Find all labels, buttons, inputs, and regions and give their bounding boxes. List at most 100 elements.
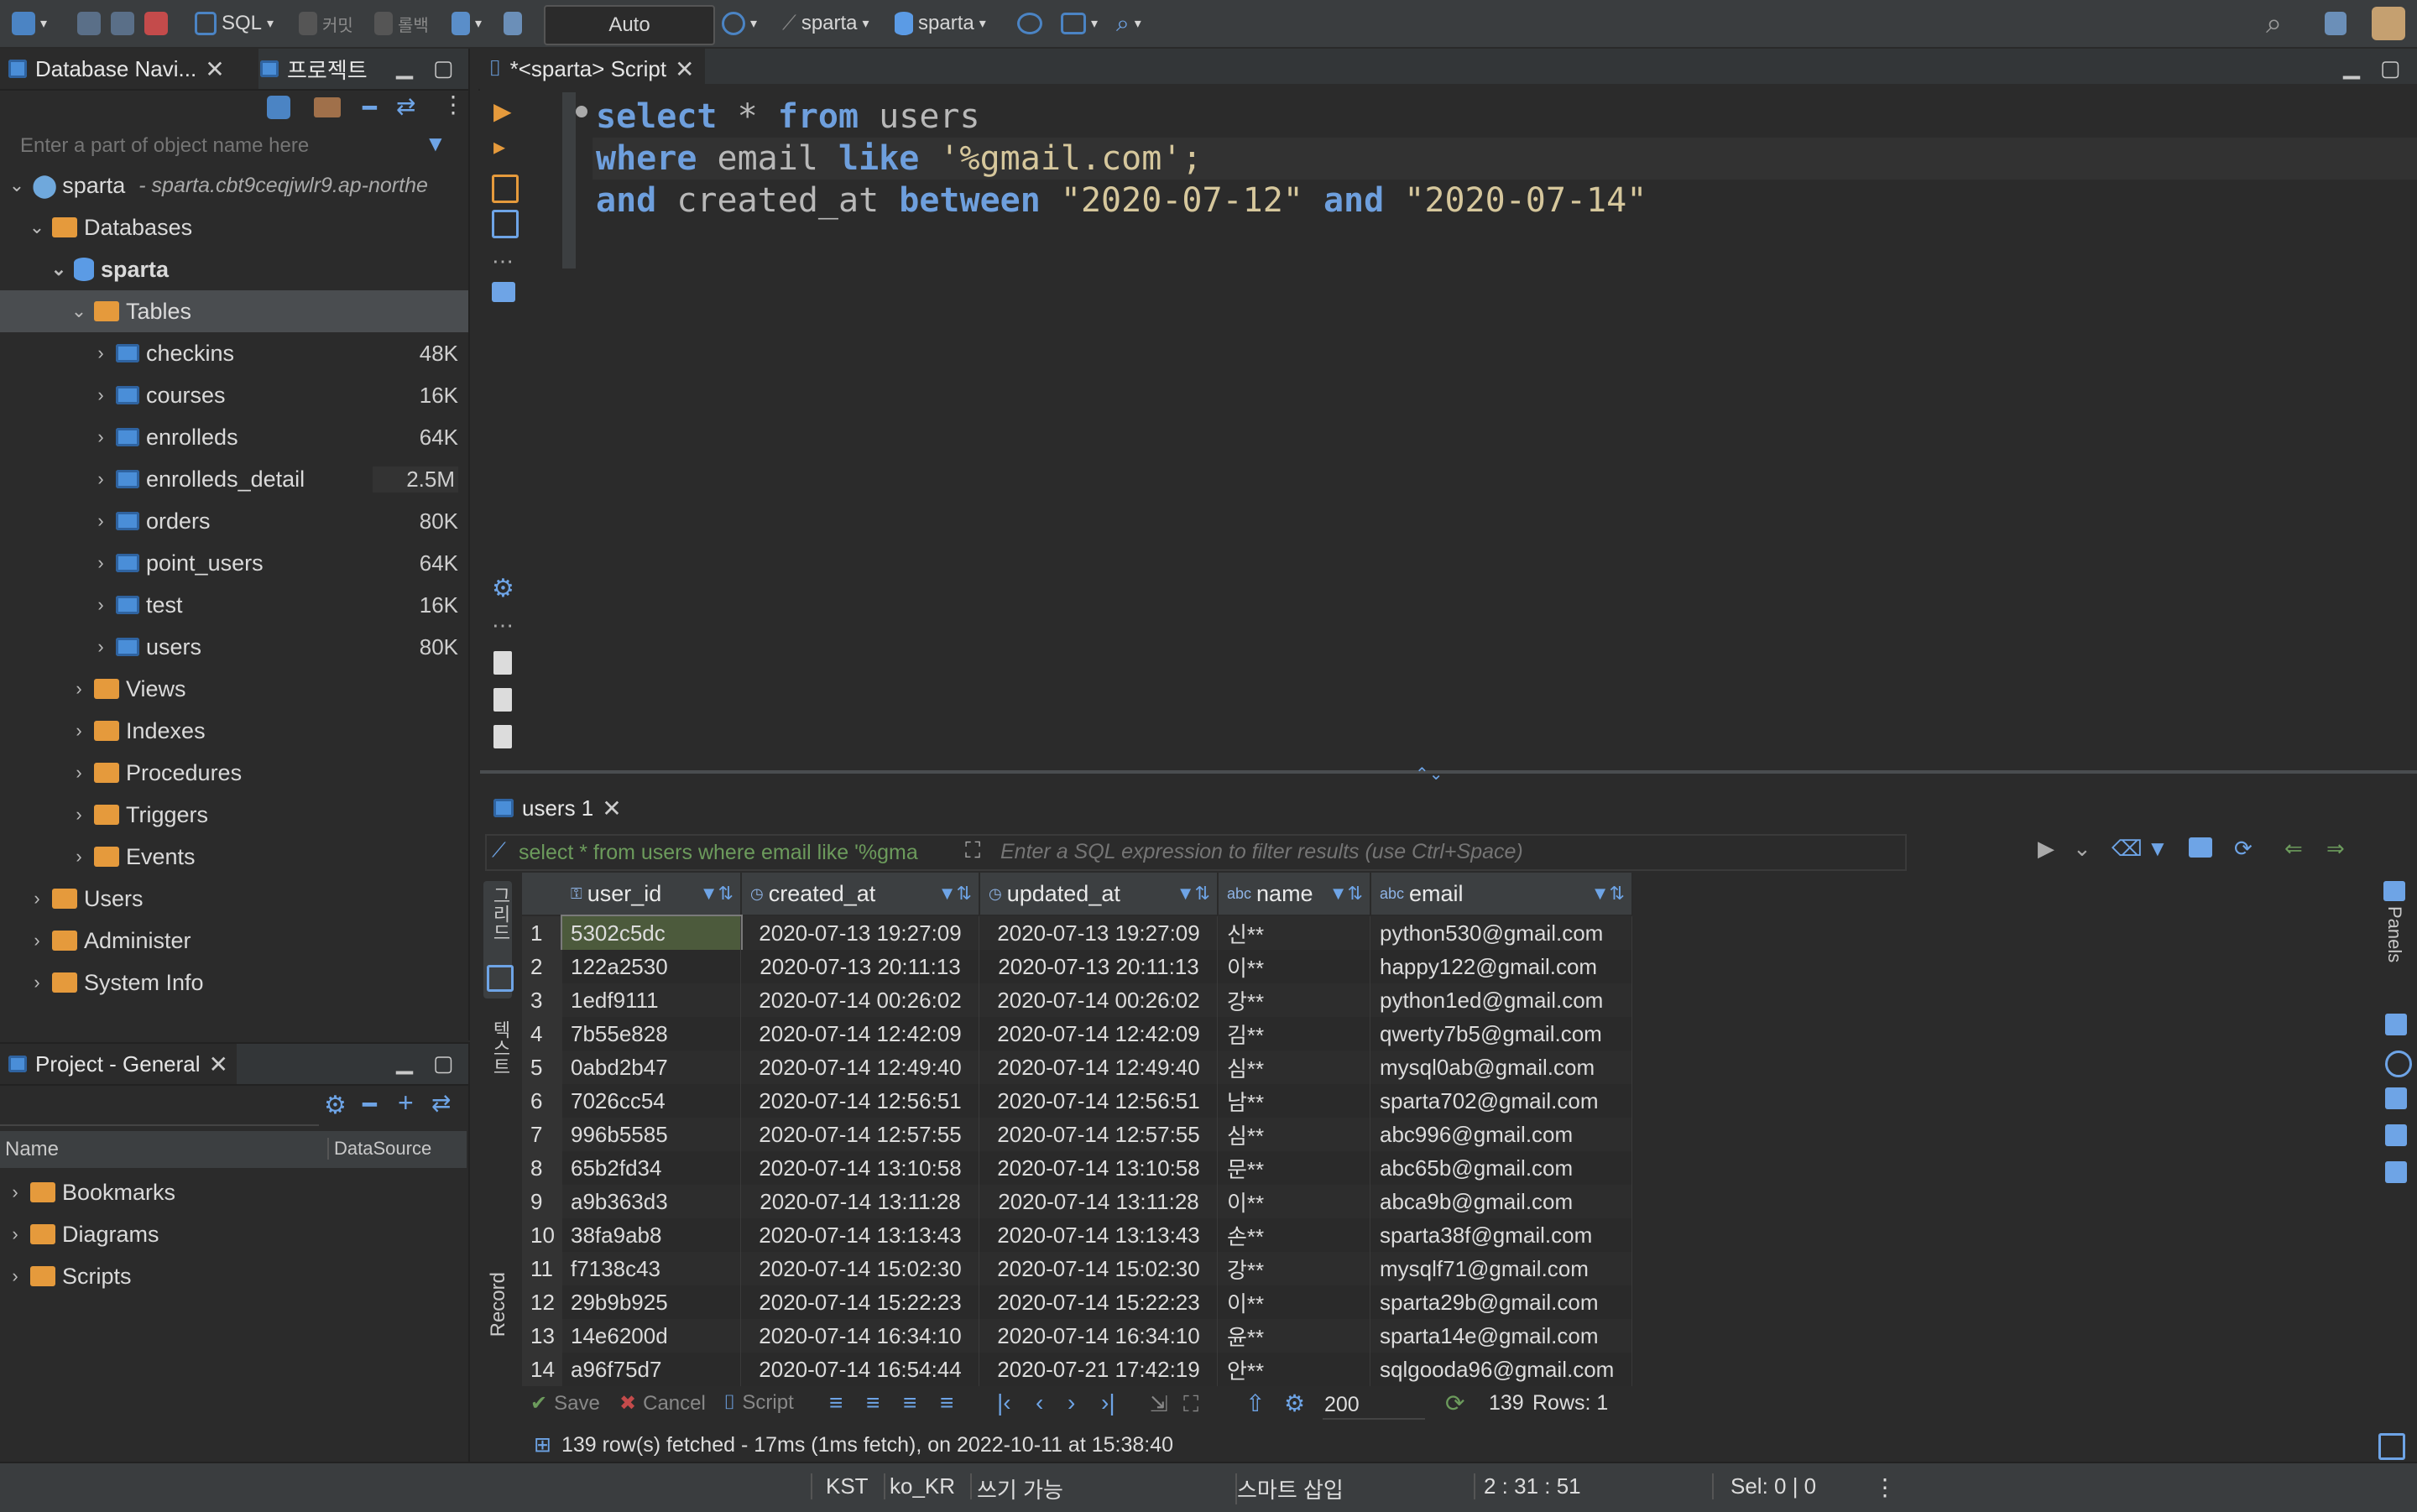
maximize-icon[interactable]: ▢ (433, 55, 454, 81)
search-menu-button[interactable]: ⌕ ▾ (1116, 5, 1141, 42)
grid-cell[interactable]: 2020-07-14 13:10:58 (742, 1151, 979, 1185)
tree-system-info[interactable]: › System Info (0, 962, 203, 1004)
grid-cell[interactable]: f7138c43 (562, 1252, 741, 1285)
grid-cell[interactable]: 2020-07-14 13:13:43 (742, 1218, 979, 1252)
execute-statement-icon[interactable]: ▶ (493, 97, 512, 125)
row-number[interactable]: 3 (522, 983, 562, 1017)
grid-cell[interactable]: 996b5585 (562, 1118, 741, 1151)
splitter-arrows-icon[interactable]: ⌃⌄ (1415, 764, 1443, 785)
document-error-icon[interactable] (493, 688, 512, 712)
grid-cell[interactable]: 14e6200d (562, 1319, 741, 1353)
column-header-user_id[interactable]: ⚿ user_id ▼⇅ (562, 873, 742, 915)
tree-folder-events[interactable]: › Events (0, 836, 195, 878)
disconnect-button[interactable] (144, 5, 168, 42)
terminal-icon[interactable] (492, 282, 515, 302)
grid-cell[interactable]: 2020-07-13 20:11:13 (742, 950, 979, 983)
grid-cell[interactable]: 65b2fd34 (562, 1151, 741, 1185)
table-row[interactable]: 13 14e6200d 2020-07-14 16:34:10 2020-07-14 … (522, 1319, 1632, 1353)
grid-cell[interactable]: a96f75d7 (562, 1353, 741, 1386)
tree-table-users[interactable]: › users 80K (0, 626, 468, 668)
source-query-text[interactable]: select * from users where email like '%g… (519, 841, 918, 865)
column-header-email[interactable]: abc email ▼⇅ (1371, 873, 1633, 915)
filter-settings-icon[interactable]: ▼ (2147, 836, 2169, 862)
fold-marker-icon[interactable] (576, 106, 587, 117)
column-header-created_at[interactable]: ◷ created_at ▼⇅ (742, 873, 980, 915)
grid-cell[interactable]: 38fa9ab8 (562, 1218, 741, 1252)
view-menu-icon[interactable]: ⋮ (441, 91, 465, 118)
tree-folder-indexes[interactable]: › Indexes (0, 710, 205, 752)
table-row[interactable]: 2 122a2530 2020-07-13 20:11:13 2020-07-13 2… (522, 950, 1632, 983)
grid-cell[interactable]: sparta14e@gmail.com (1371, 1319, 1632, 1353)
grid-cell[interactable]: 심** (1219, 1051, 1370, 1084)
link-icon[interactable]: ⇄ (431, 1089, 451, 1117)
grid-cell[interactable]: 강** (1219, 1252, 1370, 1285)
grid-cell[interactable]: 남** (1219, 1084, 1370, 1118)
export-icon[interactable]: ⇧ (1245, 1389, 1265, 1417)
references-panel-icon[interactable] (2385, 1161, 2407, 1183)
results-filter-input[interactable] (999, 837, 1883, 866)
row-number[interactable]: 6 (522, 1084, 562, 1118)
grid-cell[interactable]: 5302c5dc (561, 915, 743, 952)
layout-toggle-icon[interactable] (2378, 1433, 2405, 1460)
project-item-diagrams[interactable]: › Diagrams (0, 1213, 159, 1255)
grid-cell[interactable]: 2020-07-14 15:22:23 (742, 1285, 979, 1319)
document-variables-icon[interactable] (493, 725, 512, 748)
tree-table-test[interactable]: › test 16K (0, 584, 468, 626)
collapse-all-icon[interactable]: ━ (363, 94, 377, 122)
tab-users-1[interactable]: users 1 ✕ (485, 789, 630, 827)
results-settings-icon[interactable]: ⚙ (1284, 1389, 1305, 1417)
cancel-button[interactable]: ✖ Cancel (619, 1391, 706, 1416)
table-row[interactable]: 5 0abd2b47 2020-07-14 12:49:40 2020-07-14 1… (522, 1051, 1632, 1084)
grid-cell[interactable]: 2020-07-14 16:34:10 (980, 1319, 1218, 1353)
connect-button[interactable] (77, 5, 101, 42)
close-icon[interactable]: ✕ (602, 795, 621, 822)
minimize-icon[interactable]: ▁ (396, 54, 413, 80)
tab-sparta-script[interactable]: ⌷ *<sparta> Script ✕ (478, 49, 705, 89)
tree-table-point_users[interactable]: › point_users 64K (0, 542, 468, 584)
tree-administer[interactable]: › Administer (0, 920, 191, 962)
grid-cell[interactable]: 김** (1219, 1017, 1370, 1051)
panels-toggle[interactable]: Panels (2378, 881, 2412, 982)
previous-page-icon[interactable]: ‹ (1036, 1389, 1043, 1416)
editor-results-splitter[interactable] (480, 770, 2417, 774)
execute-script-icon[interactable] (492, 175, 519, 203)
tree-table-enrolleds[interactable]: › enrolleds 64K (0, 416, 468, 458)
grouping-panel-icon[interactable] (2385, 1124, 2407, 1146)
link-with-editor-icon[interactable]: ⇄ (396, 92, 415, 120)
grid-cell[interactable]: 손** (1219, 1218, 1370, 1252)
grid-cell[interactable]: 2020-07-14 13:13:43 (980, 1218, 1218, 1252)
object-filter-input[interactable] (18, 131, 416, 161)
column-name-header[interactable]: Name (5, 1138, 59, 1161)
script-button[interactable]: ⌷ Script (723, 1391, 794, 1415)
table-row[interactable]: 1 5302c5dc 2020-07-13 19:27:09 2020-07-13 1… (522, 915, 1632, 952)
more-icon[interactable]: ⋯ (492, 613, 514, 639)
settings-gear-icon[interactable]: ⚙ (492, 574, 514, 603)
grid-cell[interactable]: 2020-07-14 16:54:44 (742, 1353, 979, 1386)
row-number[interactable]: 14 (522, 1353, 562, 1386)
table-row[interactable]: 3 1edf9111 2020-07-14 00:26:02 2020-07-14 0… (522, 983, 1632, 1017)
grid-cell[interactable]: happy122@gmail.com (1371, 950, 1632, 983)
tree-schema-sparta[interactable]: ⌄ sparta (0, 248, 169, 290)
last-page-icon[interactable]: ›| (1101, 1389, 1115, 1416)
grid-cell[interactable]: 1edf9111 (562, 983, 741, 1017)
project-item-bookmarks[interactable]: › Bookmarks (0, 1171, 175, 1213)
explain-plan-icon[interactable] (492, 210, 519, 238)
row-number[interactable]: 9 (522, 1185, 562, 1218)
row-number[interactable]: 8 (522, 1151, 562, 1185)
more-icon[interactable]: ⋯ (492, 248, 514, 274)
fetch-size-input[interactable] (1323, 1391, 1425, 1420)
grid-cell[interactable]: 2020-07-14 15:22:23 (980, 1285, 1218, 1319)
tree-connection-sparta[interactable]: ⌄ ⬤ sparta - sparta.cbt9ceqjwlr9.ap-nort… (0, 164, 428, 206)
user-avatar-button[interactable] (2372, 5, 2405, 42)
maximize-icon[interactable]: ▢ (2380, 55, 2401, 81)
table-row[interactable]: 11 f7138c43 2020-07-14 15:02:30 2020-07-14 … (522, 1252, 1632, 1285)
execute-in-new-tab-icon[interactable]: ▸ (493, 133, 505, 160)
add-icon[interactable]: + (398, 1087, 414, 1118)
grid-cell[interactable]: 2020-07-14 12:49:40 (742, 1051, 979, 1084)
back-arrow-icon[interactable]: ⇐ (2284, 836, 2303, 862)
table-row[interactable]: 7 996b5585 2020-07-14 12:57:55 2020-07-14 1… (522, 1118, 1632, 1151)
grid-cell[interactable]: 29b9b925 (562, 1285, 741, 1319)
column-header-name[interactable]: abc name ▼⇅ (1219, 873, 1371, 915)
close-icon[interactable]: ✕ (209, 1051, 228, 1078)
active-schema-select[interactable]: sparta ▾ (895, 5, 986, 42)
